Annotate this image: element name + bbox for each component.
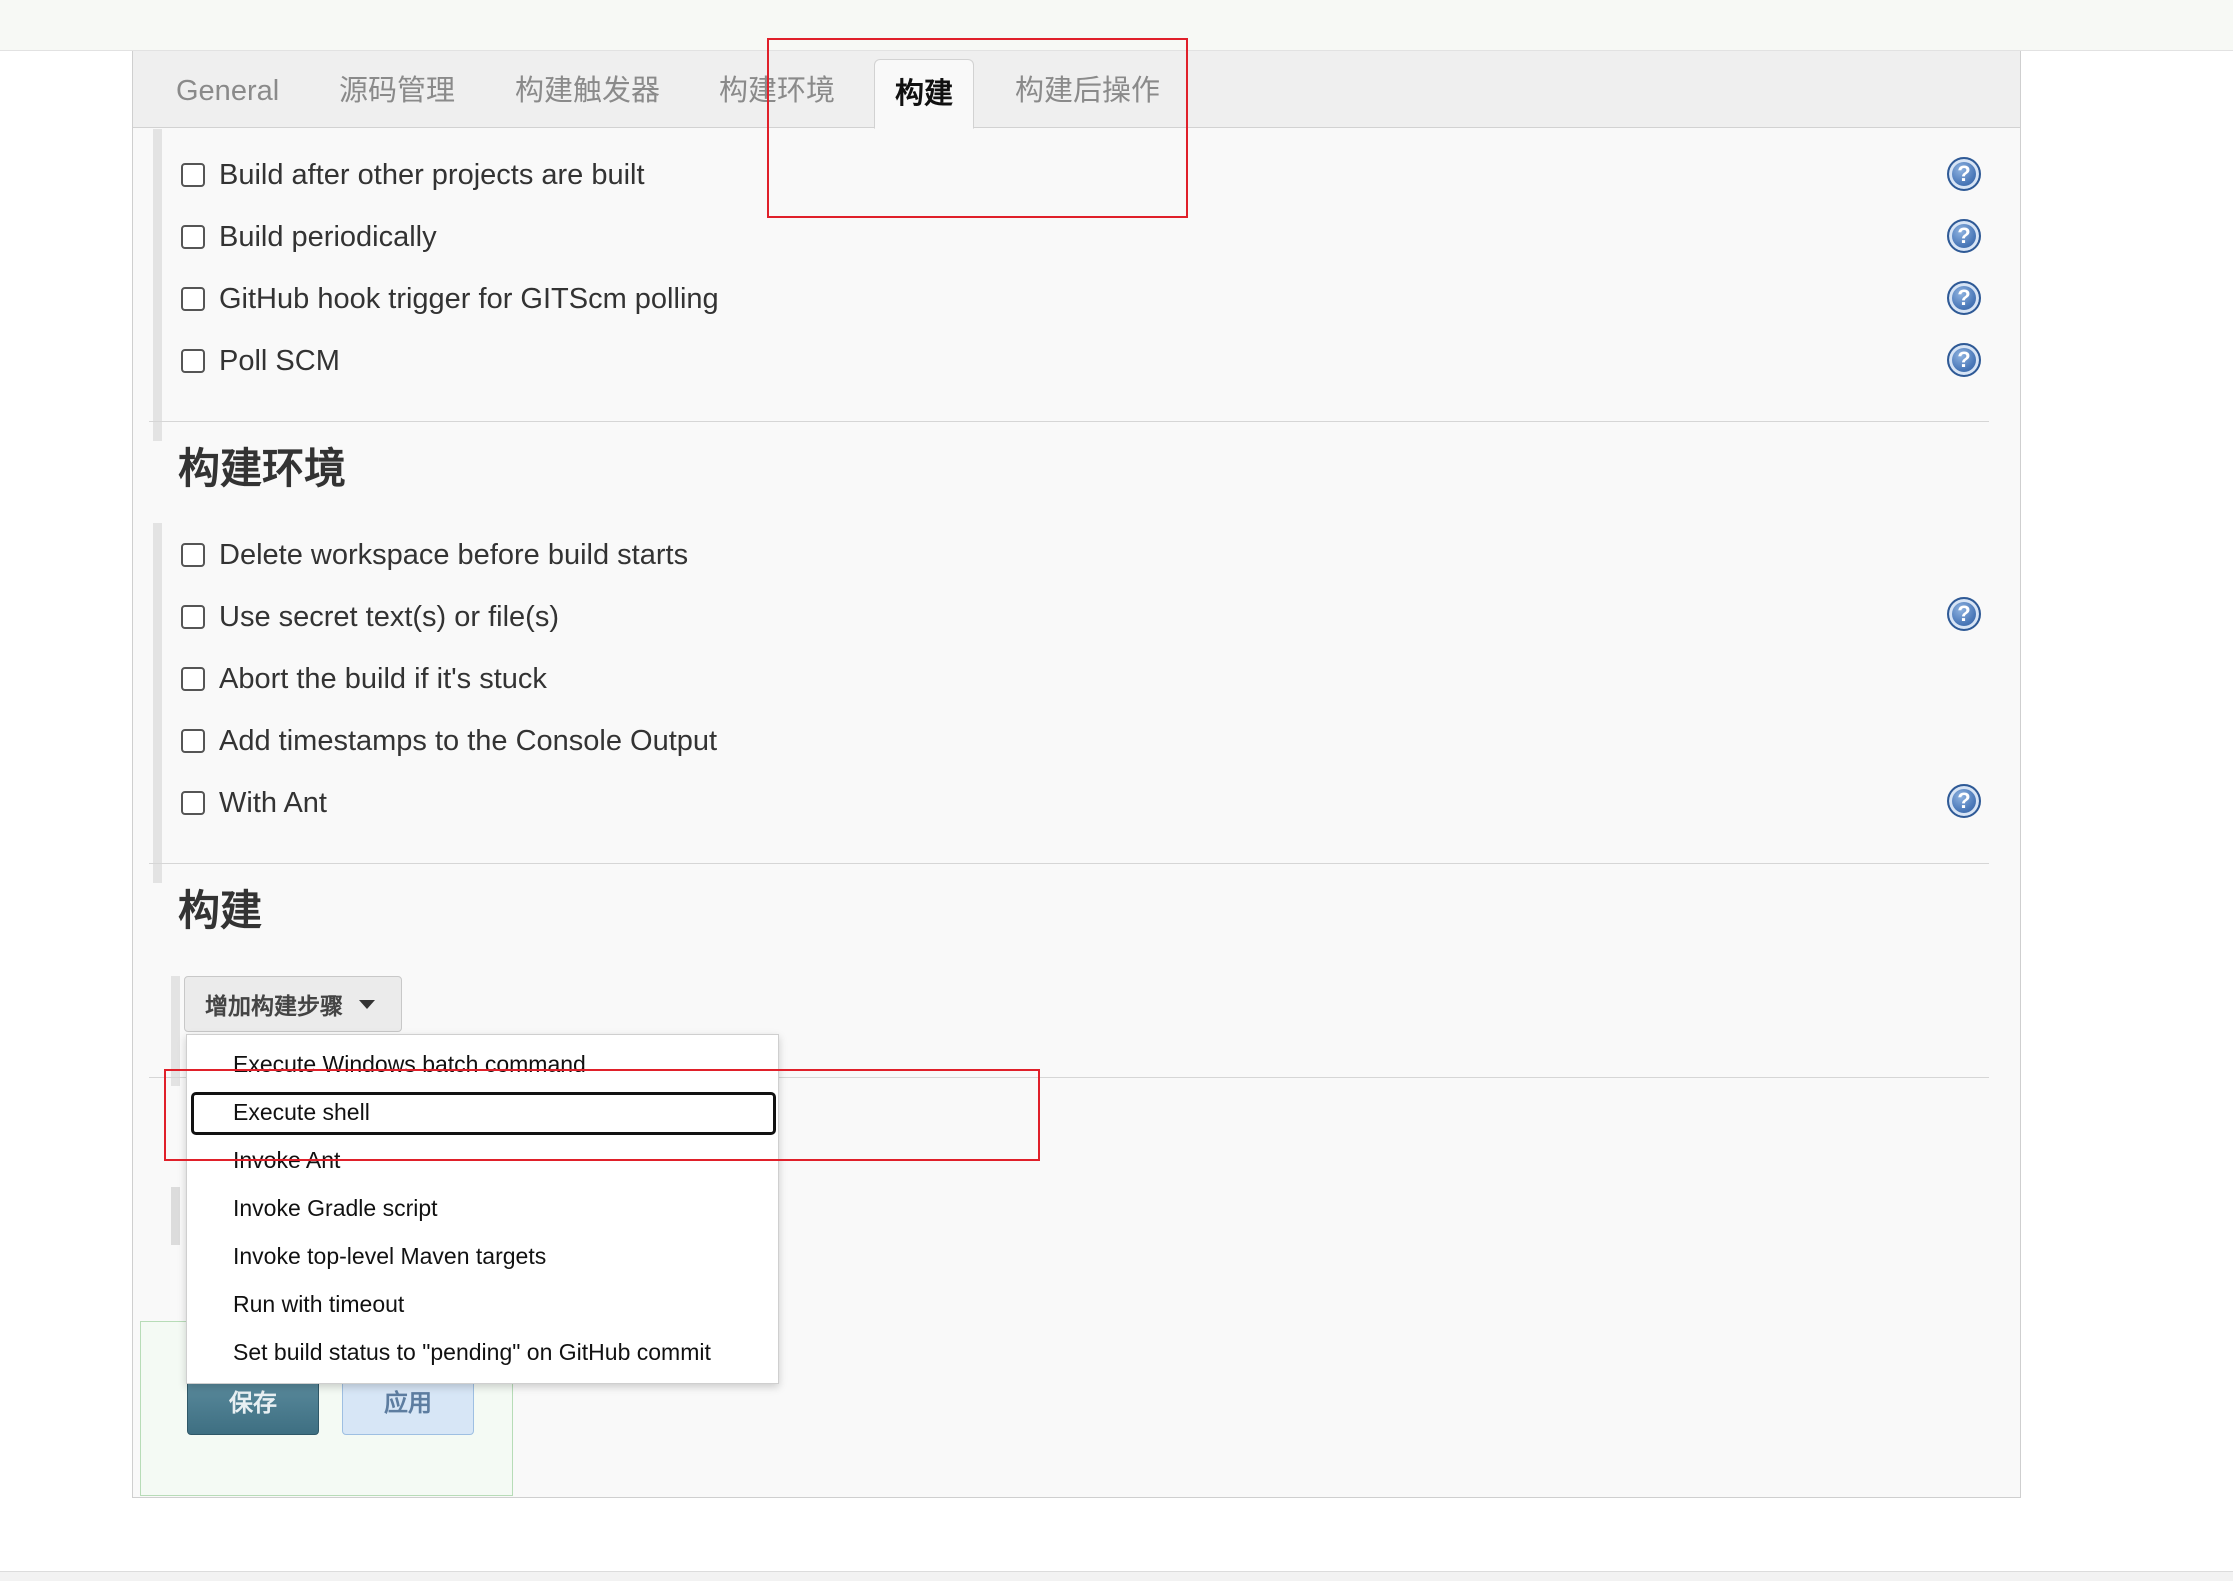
checkbox[interactable] [181,543,205,567]
tab-source-control[interactable]: 源码管理 [339,51,455,128]
section-divider [149,421,1989,422]
menu-item-set-build-status[interactable]: Set build status to "pending" on GitHub … [233,1339,711,1366]
checkbox[interactable] [181,667,205,691]
top-header-bar [0,0,2233,51]
trigger-option-label: Poll SCM [219,344,340,377]
build-group-bar [171,976,180,1086]
help-icon[interactable]: ? [1947,784,1981,818]
checkbox[interactable] [181,163,205,187]
help-icon[interactable]: ? [1947,281,1981,315]
trigger-option[interactable]: Build periodically [181,215,437,259]
help-icon[interactable]: ? [1947,343,1981,377]
build-environment-title: 构建环境 [178,445,347,492]
menu-item-invoke-maven[interactable]: Invoke top-level Maven targets [233,1243,546,1270]
trigger-option-label: Build periodically [219,220,437,253]
trigger-option[interactable]: GitHub hook trigger for GITScm polling [181,277,719,321]
tab-build[interactable]: 构建 [874,59,975,129]
env-option[interactable]: Abort the build if it's stuck [181,657,547,701]
menu-item-execute-windows-batch[interactable]: Execute Windows batch command [233,1051,586,1078]
checkbox[interactable] [181,729,205,753]
env-option[interactable]: With Ant [181,781,327,825]
env-option-label: Delete workspace before build starts [219,538,689,571]
caret-down-icon [359,999,375,1009]
add-build-step-label: 增加构建步骤 [205,993,343,1019]
add-build-step-button[interactable]: 增加构建步骤 [184,976,402,1032]
tab-build-environment[interactable]: 构建环境 [719,51,835,128]
checkbox[interactable] [181,605,205,629]
menu-item-invoke-ant[interactable]: Invoke Ant [233,1147,340,1174]
env-option-label: Use secret text(s) or file(s) [219,600,559,633]
env-option-label: Add timestamps to the Console Output [219,724,718,757]
trigger-option[interactable]: Build after other projects are built [181,153,645,197]
checkbox[interactable] [181,791,205,815]
section-divider [149,863,1989,864]
env-option-label: With Ant [219,786,327,819]
build-section-title: 构建 [178,887,263,934]
env-option[interactable]: Use secret text(s) or file(s) [181,595,559,639]
env-option[interactable]: Add timestamps to the Console Output [181,719,717,763]
menu-item-invoke-gradle[interactable]: Invoke Gradle script [233,1195,438,1222]
tab-post-build-actions[interactable]: 构建后操作 [1015,51,1160,128]
env-group-bar [153,523,162,883]
tab-build-triggers[interactable]: 构建触发器 [515,51,660,128]
env-option[interactable]: Delete workspace before build starts [181,533,688,577]
tab-general[interactable]: General [176,51,279,128]
env-option-label: Abort the build if it's stuck [219,662,547,695]
trigger-option-label: Build after other projects are built [219,158,645,191]
help-icon[interactable]: ? [1947,157,1981,191]
checkbox[interactable] [181,225,205,249]
trigger-option[interactable]: Poll SCM [181,339,340,383]
section-tabs: General 源码管理 构建触发器 构建环境 构建 构建后操作 [133,51,2020,129]
trigger-option-label: GitHub hook trigger for GITScm polling [219,282,719,315]
help-icon[interactable]: ? [1947,597,1981,631]
trigger-group-bar [153,129,162,441]
footer-bar [0,1571,2233,1581]
menu-item-run-with-timeout[interactable]: Run with timeout [233,1291,404,1318]
post-build-group-bar [171,1187,180,1245]
build-step-dropdown: Execute Windows batch command Execute sh… [186,1034,779,1384]
checkbox[interactable] [181,287,205,311]
checkbox[interactable] [181,349,205,373]
menu-item-execute-shell[interactable]: Execute shell [233,1099,370,1126]
help-icon[interactable]: ? [1947,219,1981,253]
